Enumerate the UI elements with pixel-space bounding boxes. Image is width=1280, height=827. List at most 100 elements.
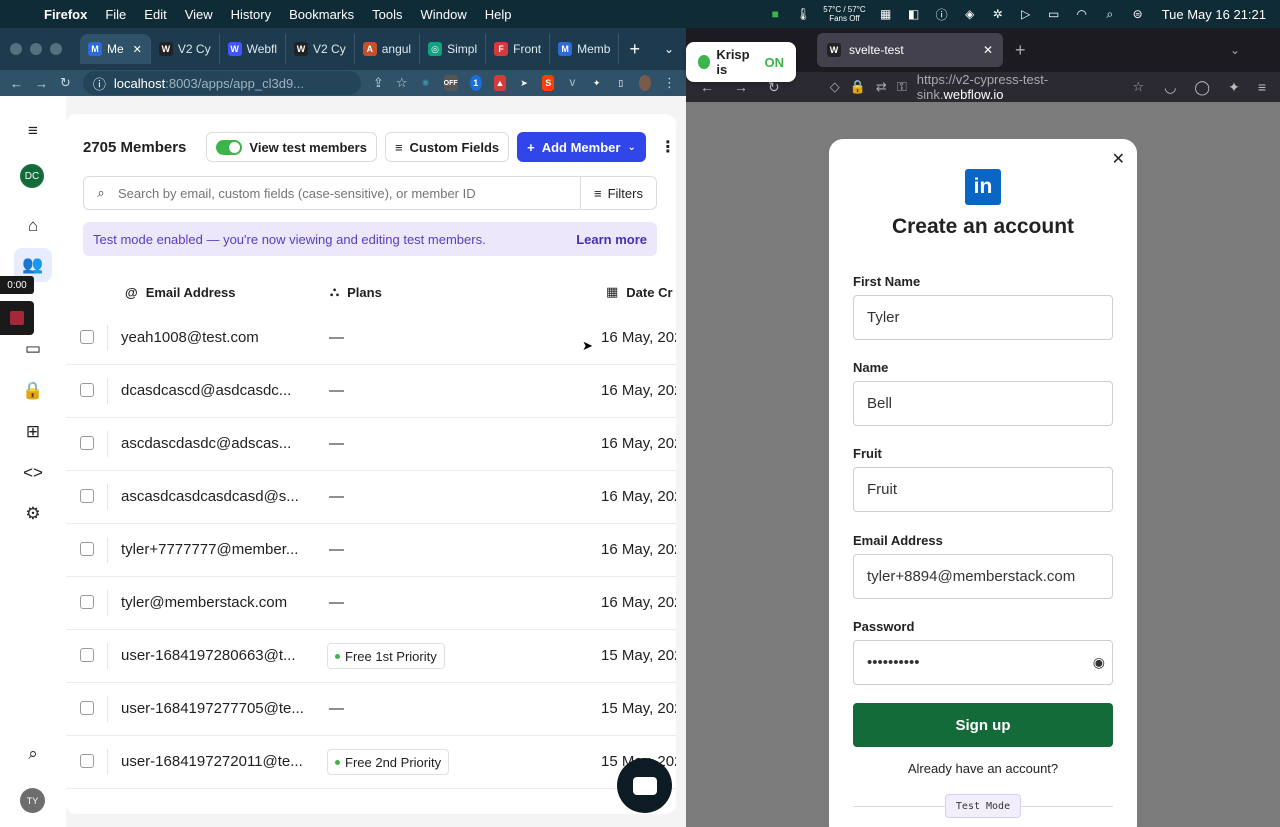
chrome-tab[interactable]: Aangul: [355, 34, 421, 64]
eye-icon[interactable]: ◉: [1093, 654, 1105, 671]
menubar-clock[interactable]: Tue May 16 21:21: [1162, 7, 1266, 22]
play-icon[interactable]: ▷: [1018, 7, 1034, 21]
chrome-tab[interactable]: W V2 Cy: [286, 34, 355, 64]
menu-window[interactable]: Window: [421, 7, 467, 22]
password-field[interactable]: •••••••••• ◉: [853, 640, 1113, 685]
krisp-popover[interactable]: Krisp is ON: [686, 42, 796, 82]
table-row[interactable]: ascasdcasdcasdcasd@s... — 16 May, 202: [66, 471, 676, 524]
extensions-icon[interactable]: ✦: [1228, 79, 1240, 96]
control-center-icon[interactable]: ⊜: [1130, 7, 1146, 21]
chat-launcher-button[interactable]: [617, 758, 672, 813]
menu-file[interactable]: File: [105, 7, 126, 22]
collapse-menu-icon[interactable]: ≡: [20, 118, 46, 144]
home-icon[interactable]: ⌂: [20, 213, 46, 239]
menu-edit[interactable]: Edit: [144, 7, 166, 22]
search-icon[interactable]: ⌕: [1102, 7, 1118, 21]
share-icon[interactable]: ⇪: [373, 75, 384, 91]
table-row[interactable]: tyler@memberstack.com — 16 May, 202: [66, 577, 676, 630]
chrome-tab-active[interactable]: M Me ✕: [80, 34, 151, 64]
apps-grid-icon[interactable]: ⊞: [20, 419, 46, 445]
shield-extension-icon[interactable]: ▲: [493, 75, 506, 91]
stop-recording-button[interactable]: [0, 301, 34, 335]
table-row[interactable]: user-1684197277705@te... — 15 May, 202: [66, 683, 676, 736]
name-field[interactable]: Bell: [853, 381, 1113, 426]
close-modal-icon[interactable]: ✕: [1112, 149, 1125, 169]
svelte-extension-icon[interactable]: S: [542, 75, 555, 91]
bookmark-star-icon[interactable]: ☆: [396, 75, 408, 91]
member-search-input[interactable]: [118, 185, 580, 201]
row-checkbox[interactable]: [80, 648, 94, 662]
layers-icon[interactable]: ◈: [962, 7, 978, 21]
close-tab-icon[interactable]: ✕: [983, 43, 993, 57]
gear-icon[interactable]: ✲: [990, 7, 1006, 21]
grid-icon[interactable]: ▦: [878, 7, 894, 21]
react-devtools-extension-icon[interactable]: ⚛: [419, 75, 431, 91]
email-field[interactable]: tyler+8894@memberstack.com: [853, 554, 1113, 599]
hamburger-menu-icon[interactable]: ≡: [1258, 79, 1266, 96]
menu-view[interactable]: View: [185, 7, 213, 22]
settings-gear-icon[interactable]: ⚙: [20, 501, 46, 527]
view-test-members-toggle[interactable]: View test members: [206, 132, 377, 162]
row-checkbox[interactable]: [80, 383, 94, 397]
minimize-window-button[interactable]: [30, 43, 42, 55]
zoom-window-button[interactable]: [50, 43, 62, 55]
user-avatar[interactable]: TY: [20, 788, 45, 813]
new-tab-icon[interactable]: +: [629, 39, 640, 60]
reload-icon[interactable]: ↻: [60, 75, 71, 91]
forward-icon[interactable]: →: [35, 76, 48, 91]
site-info-icon[interactable]: ⓘ: [93, 74, 106, 93]
toggle-switch[interactable]: [216, 139, 243, 155]
column-plans[interactable]: ⛬ Plans: [330, 284, 382, 300]
row-checkbox[interactable]: [80, 701, 94, 715]
row-checkbox[interactable]: [80, 489, 94, 503]
table-row[interactable]: user-1684197272011@te... Free 2nd Priorit…: [66, 736, 676, 789]
krisp-status-icon[interactable]: ■: [767, 7, 783, 21]
thermometer-icon[interactable]: 🌡: [795, 7, 811, 21]
wifi-icon[interactable]: ◠: [1074, 7, 1090, 21]
back-icon[interactable]: ←: [10, 76, 23, 91]
column-email[interactable]: @ Email Address: [125, 285, 236, 300]
onepassword-extension-icon[interactable]: 1: [469, 75, 482, 91]
firefox-address-bar[interactable]: ◇ 🔒 ⇄ ⚿ https://v2-cypress-test-sink.web…: [830, 72, 1144, 102]
add-member-button[interactable]: + Add Member ⌄: [517, 132, 646, 162]
menu-history[interactable]: History: [231, 7, 271, 22]
account-icon[interactable]: ◯: [1194, 79, 1210, 96]
code-icon[interactable]: <>: [20, 460, 46, 486]
table-row[interactable]: ascdascdasdc@adscas... — 16 May, 202: [66, 418, 676, 471]
chrome-tab[interactable]: M Memb: [550, 34, 620, 64]
row-checkbox[interactable]: [80, 436, 94, 450]
battery-icon[interactable]: ▭: [1046, 7, 1062, 21]
chrome-tab[interactable]: W V2 Cy: [151, 34, 220, 64]
fruit-field[interactable]: Fruit: [853, 467, 1113, 512]
chrome-tab[interactable]: ◎ Simpl: [420, 34, 487, 64]
profile-avatar-icon[interactable]: [638, 75, 652, 91]
learn-more-link[interactable]: Learn more: [576, 232, 647, 247]
chrome-tab[interactable]: F Front: [486, 34, 551, 64]
tab-search-chevron-down-icon[interactable]: ⌄: [664, 42, 674, 56]
chrome-menu-icon[interactable]: ⋮: [663, 75, 676, 91]
table-row[interactable]: dcasdcascd@asdcasdc... — 16 May, 202: [66, 365, 676, 418]
sign-up-button[interactable]: Sign up: [853, 703, 1113, 747]
menu-help[interactable]: Help: [485, 7, 512, 22]
search-icon[interactable]: ⌕: [20, 741, 46, 767]
row-checkbox[interactable]: [80, 542, 94, 556]
vue-extension-icon[interactable]: V: [566, 75, 578, 91]
menu-app-name[interactable]: Firefox: [44, 7, 87, 22]
filters-button[interactable]: ≡ Filters: [580, 176, 656, 210]
folder-icon[interactable]: ▭: [20, 336, 46, 362]
firefox-tab-active[interactable]: W svelte-test ✕: [817, 33, 1003, 67]
row-checkbox[interactable]: [80, 595, 94, 609]
lock-icon[interactable]: 🔒: [20, 378, 46, 404]
custom-fields-button[interactable]: ≡ Custom Fields: [384, 132, 510, 162]
app-avatar[interactable]: DC: [20, 164, 44, 188]
row-checkbox[interactable]: [80, 330, 94, 344]
chrome-address-bar[interactable]: ⓘ localhost:8003/apps/app_cl3d9...: [82, 71, 361, 95]
off-extension-icon[interactable]: OFF: [443, 75, 458, 91]
extensions-puzzle-icon[interactable]: ✦: [591, 75, 603, 91]
pocket-icon[interactable]: ◡: [1164, 79, 1176, 96]
table-row[interactable]: tyler+7777777@member... — 16 May, 202: [66, 524, 676, 577]
table-row[interactable]: user-1684197280663@t... Free 1st Priority…: [66, 630, 676, 683]
already-have-account-link[interactable]: Already have an account?: [829, 761, 1137, 776]
more-options-icon[interactable]: ⋮: [660, 137, 676, 157]
close-window-button[interactable]: [10, 43, 22, 55]
